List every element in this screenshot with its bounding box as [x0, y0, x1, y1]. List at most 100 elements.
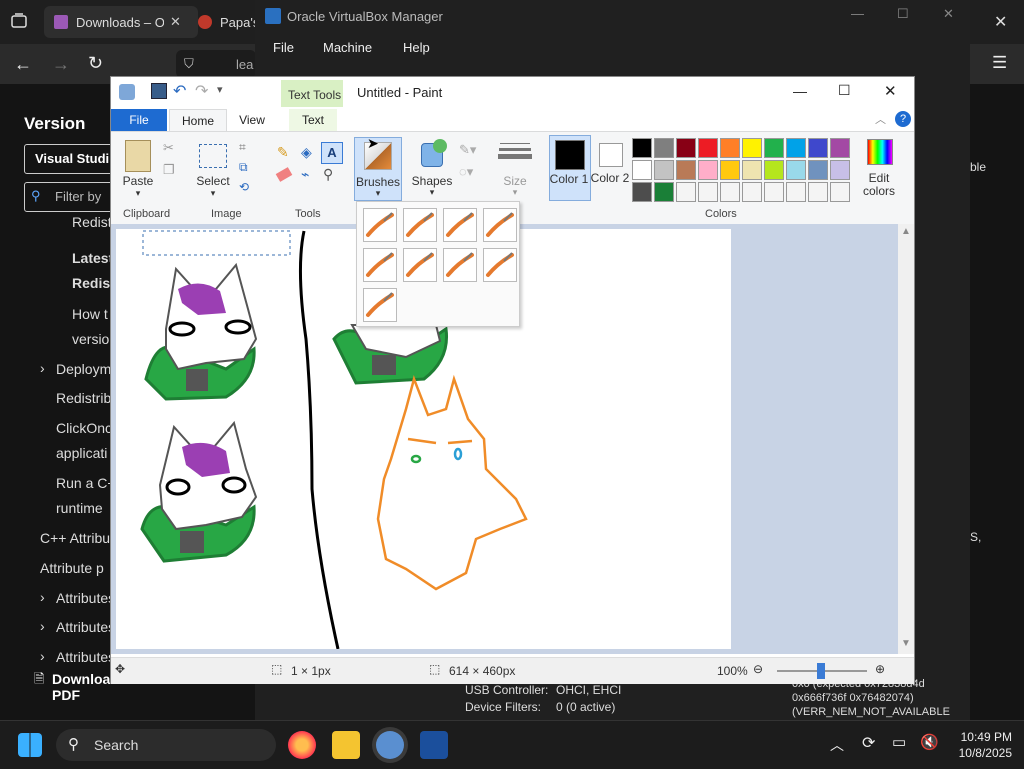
size-button[interactable]: Size ▾ — [495, 137, 535, 199]
palette-swatch[interactable] — [830, 138, 850, 158]
palette-swatch[interactable] — [720, 160, 740, 180]
toc-item[interactable]: Latest — [72, 250, 113, 266]
palette-swatch[interactable] — [764, 182, 784, 202]
palette-swatch[interactable] — [676, 160, 696, 180]
tab-file[interactable]: File — [111, 109, 167, 131]
minimize-icon[interactable]: — — [851, 6, 864, 21]
toc-item[interactable]: Attribute p — [40, 560, 104, 576]
color1-button[interactable]: Color 1 — [549, 135, 591, 201]
tab-home[interactable]: Home — [169, 109, 227, 132]
taskbar-search[interactable]: ⚲ Search — [56, 729, 276, 761]
virtualbox-taskbar-icon[interactable] — [420, 731, 448, 759]
palette-swatch[interactable] — [742, 160, 762, 180]
close-tab-icon[interactable]: ✕ — [170, 14, 181, 30]
color-picker-icon[interactable]: ⌁ — [301, 166, 309, 183]
scroll-up-icon[interactable]: ▲ — [901, 226, 911, 237]
toc-item[interactable]: Run a C+ — [56, 475, 116, 491]
eraser-icon[interactable] — [275, 167, 293, 182]
minimize-icon[interactable]: — — [793, 83, 807, 99]
zoom-slider[interactable] — [777, 663, 867, 679]
color2-button[interactable]: Color 2 — [591, 135, 631, 199]
edit-colors-button[interactable]: Edit colors — [855, 135, 903, 199]
tab-actions-icon[interactable] — [10, 12, 28, 30]
scroll-down-icon[interactable]: ▼ — [901, 638, 911, 649]
palette-swatch[interactable] — [764, 160, 784, 180]
firefox-icon[interactable] — [288, 731, 316, 759]
zoom-slider-thumb[interactable] — [817, 663, 825, 679]
toc-item[interactable]: applicati — [56, 445, 107, 461]
cut-icon[interactable]: ✂ — [163, 140, 174, 156]
palette-swatch[interactable] — [786, 138, 806, 158]
app-menu-icon[interactable]: ☰ — [992, 53, 1007, 73]
zoom-out-icon[interactable]: ⊖ — [753, 662, 763, 676]
pencil-icon[interactable]: ✎ — [277, 144, 289, 161]
toc-item[interactable]: ClickOnc — [56, 420, 112, 436]
palette-swatch[interactable] — [830, 160, 850, 180]
toc-item[interactable]: C++ Attribu — [40, 530, 110, 546]
show-hidden-icons[interactable]: ︿ — [830, 735, 844, 755]
copy-icon[interactable]: ❐ — [163, 162, 175, 178]
palette-swatch[interactable] — [786, 182, 806, 202]
resize-icon[interactable]: ⧉ — [239, 160, 248, 175]
back-arrow-icon[interactable]: ← — [14, 54, 32, 75]
address-bar[interactable]: ⛉ lea — [176, 50, 256, 78]
palette-swatch[interactable] — [654, 138, 674, 158]
toc-item[interactable]: versio — [72, 331, 109, 347]
palette-swatch[interactable] — [654, 182, 674, 202]
maximize-icon[interactable]: ☐ — [897, 6, 909, 22]
fill-icon[interactable]: ◈ — [301, 144, 312, 161]
toc-item[interactable]: Redistrib — [56, 390, 111, 406]
brush-option[interactable] — [483, 248, 517, 282]
brush-option[interactable] — [403, 208, 437, 242]
redo-icon[interactable]: ↷ — [195, 81, 208, 101]
palette-swatch[interactable] — [632, 182, 652, 202]
toc-item[interactable]: Redist — [72, 214, 112, 230]
magnifier-icon[interactable]: ⚲ — [323, 166, 333, 183]
menu-machine[interactable]: Machine — [323, 40, 372, 55]
toc-item[interactable]: runtime — [56, 500, 103, 516]
palette-swatch[interactable] — [698, 182, 718, 202]
rotate-icon[interactable]: ⟲ — [239, 180, 249, 194]
undo-icon[interactable]: ↶ — [173, 81, 186, 101]
text-icon[interactable]: A — [321, 142, 343, 164]
toc-item[interactable]: Redist — [72, 275, 115, 291]
brush-option[interactable] — [443, 208, 477, 242]
palette-swatch[interactable] — [676, 182, 696, 202]
vertical-scrollbar[interactable]: ▲ ▼ — [898, 224, 914, 654]
palette-swatch[interactable] — [720, 138, 740, 158]
palette-swatch[interactable] — [632, 138, 652, 158]
crop-icon[interactable]: ⌗ — [239, 140, 246, 155]
palette-swatch[interactable] — [786, 160, 806, 180]
save-icon[interactable] — [151, 83, 167, 99]
palette-swatch[interactable] — [808, 160, 828, 180]
brush-option[interactable] — [443, 248, 477, 282]
tab-view[interactable]: View — [231, 109, 273, 131]
browser-tab-downloads[interactable]: Downloads – Or ✕ — [44, 6, 198, 38]
windows-start-icon[interactable] — [18, 733, 42, 757]
select-button[interactable]: Select ▾ — [195, 140, 231, 202]
palette-swatch[interactable] — [654, 160, 674, 180]
palette-swatch[interactable] — [698, 138, 718, 158]
palette-swatch[interactable] — [830, 182, 850, 202]
brush-option[interactable] — [363, 288, 397, 322]
zoom-in-icon[interactable]: ⊕ — [875, 662, 885, 676]
shapes-button[interactable]: Shapes ▾ — [409, 137, 455, 199]
speaker-muted-icon[interactable]: 🔇 — [920, 733, 939, 751]
palette-swatch[interactable] — [632, 160, 652, 180]
file-explorer-icon[interactable] — [332, 731, 360, 759]
maximize-icon[interactable]: ☐ — [838, 82, 851, 99]
forward-arrow-icon[interactable]: → — [52, 54, 70, 75]
palette-swatch[interactable] — [676, 138, 696, 158]
monitor-icon[interactable]: ▭ — [892, 733, 906, 751]
palette-swatch[interactable] — [720, 182, 740, 202]
clock[interactable]: 10:49 PM 10/8/2025 — [948, 729, 1012, 761]
brush-option[interactable] — [363, 248, 397, 282]
toc-item[interactable]: How t — [72, 306, 108, 322]
menu-file[interactable]: File — [273, 40, 294, 55]
sync-icon[interactable]: ⟳ — [862, 733, 875, 753]
menu-help[interactable]: Help — [403, 40, 430, 55]
palette-swatch[interactable] — [742, 182, 762, 202]
paste-button[interactable]: Paste ▾ — [119, 140, 157, 202]
brush-option[interactable] — [363, 208, 397, 242]
close-icon[interactable]: ✕ — [943, 6, 954, 22]
